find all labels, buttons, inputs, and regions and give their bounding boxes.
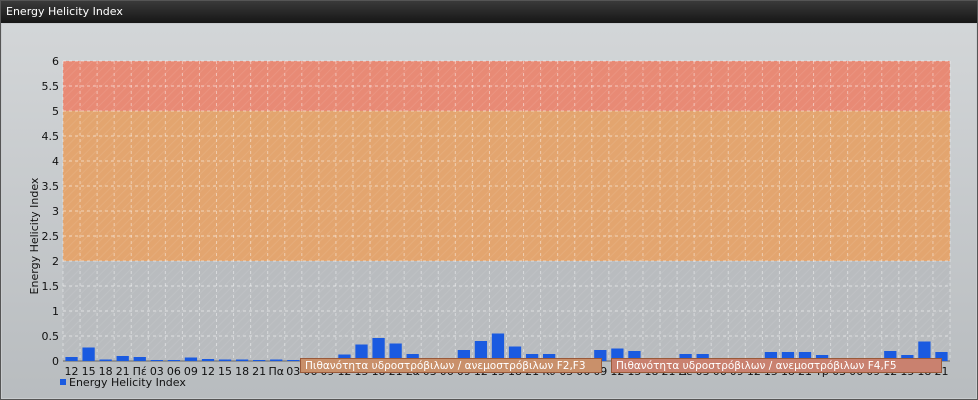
y-tick-label: 0.5	[42, 330, 60, 343]
x-tick-label: Πα	[268, 365, 284, 378]
legend-label: Energy Helicity Index	[69, 376, 186, 389]
window-title: Energy Helicity Index	[1, 1, 977, 23]
bar[interactable]	[184, 357, 198, 362]
y-tick-label: 2.5	[42, 230, 60, 243]
y-tick-label: 1	[52, 305, 59, 318]
bar[interactable]	[491, 333, 505, 362]
y-axis-label: Energy Helicity Index	[28, 177, 41, 294]
legend-entry[interactable]: Energy Helicity Index	[60, 376, 186, 390]
legend-swatch	[60, 379, 66, 385]
bar[interactable]	[133, 357, 146, 361]
y-tick-label: 5	[52, 105, 59, 118]
bar[interactable]	[235, 359, 249, 362]
zone-label-f2f3: Πιθανότητα υδροστρόβιλων / ανεμοστρόβιλω…	[300, 358, 602, 373]
chart-window: Energy Helicity Index 0 0.5 1 1.5 2 2.5 3 3.5 4 4…	[0, 0, 978, 400]
x-tick-label: 15	[218, 365, 232, 378]
bar[interactable]	[270, 359, 283, 362]
x-tick-label: 03	[286, 365, 300, 378]
y-tick-label: 3.5	[42, 180, 60, 193]
y-tick-label: 0	[52, 355, 59, 368]
y-tick-label: 4.5	[42, 130, 60, 143]
bar[interactable]	[65, 357, 78, 361]
x-tick-label: 21	[252, 365, 266, 378]
zone-label-f4f5: Πιθανότητα υδροστρόβιλων / ανεμοστρόβιλω…	[611, 358, 942, 373]
y-tick-label: 5.5	[42, 80, 60, 93]
chart-svg: 00.511.522.533.544.555.56 12 15 18 21 Πέ 03 06…	[28, 55, 951, 378]
bar[interactable]	[218, 359, 232, 362]
bar[interactable]	[167, 360, 181, 361]
bar[interactable]	[99, 359, 112, 362]
y-tick-label: 2	[52, 255, 59, 268]
bar[interactable]	[150, 360, 163, 361]
bar[interactable]	[287, 360, 300, 361]
x-tick-label: 18	[235, 365, 249, 378]
plot-area: 0 0.5 1 1.5 2 2.5 3 3.5 4 4.5 5 5.5 6 12 15 18 21 Πέ 03 06…	[2, 24, 976, 398]
bar[interactable]	[82, 347, 95, 362]
x-tick-label: 09	[184, 365, 198, 378]
y-tick-label: 1.5	[42, 280, 60, 293]
y-tick-label: 6	[52, 55, 59, 68]
bar[interactable]	[253, 360, 266, 361]
y-tick-label: 4	[52, 155, 59, 168]
y-tick-label: 3	[52, 205, 59, 218]
bar[interactable]	[116, 356, 129, 361]
x-tick-label: 12	[201, 365, 215, 378]
bar[interactable]	[201, 359, 215, 361]
